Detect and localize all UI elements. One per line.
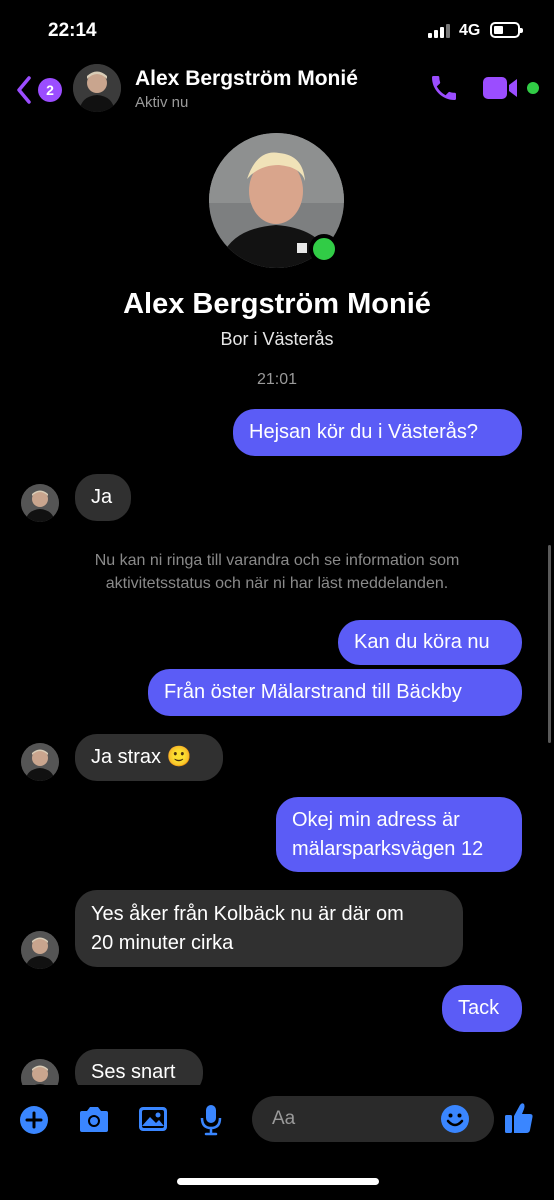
message-text: Från öster Mälarstrand till Bäckby bbox=[164, 681, 462, 703]
message-text: Ja strax 🙂 bbox=[91, 746, 192, 768]
profile-name: Alex Bergström Monié bbox=[123, 288, 431, 320]
online-indicator bbox=[309, 234, 339, 264]
sender-avatar[interactable] bbox=[21, 484, 59, 522]
scrollbar[interactable] bbox=[548, 545, 551, 743]
conversation-timestamp: 21:01 bbox=[256, 371, 298, 388]
home-indicator[interactable] bbox=[177, 1178, 379, 1185]
network-type: 4G bbox=[459, 22, 481, 39]
message-outgoing[interactable]: Hejsan kör du i Västerås? bbox=[233, 409, 522, 456]
message-outgoing[interactable]: Kan du köra nu bbox=[338, 620, 522, 665]
camera-icon[interactable] bbox=[77, 1105, 111, 1135]
message-incoming[interactable]: Ja bbox=[75, 474, 131, 521]
phone-icon[interactable] bbox=[428, 72, 460, 104]
message-text: Kan du köra nu bbox=[354, 631, 490, 653]
video-online-dot bbox=[527, 82, 539, 94]
plus-icon[interactable] bbox=[19, 1105, 49, 1135]
microphone-icon[interactable] bbox=[199, 1103, 223, 1137]
battery-icon bbox=[490, 22, 523, 38]
thumbs-up-icon[interactable] bbox=[503, 1101, 535, 1135]
message-text-line: Okej min adress är bbox=[292, 809, 460, 831]
info-line: aktivitetsstatus och när ni har läst med… bbox=[105, 575, 449, 592]
message-outgoing[interactable]: Tack bbox=[442, 985, 522, 1032]
contact-avatar[interactable] bbox=[73, 64, 121, 112]
back-button[interactable]: 2 bbox=[16, 70, 64, 110]
message-incoming[interactable]: Yes åker från Kolbäck nu är där om 20 mi… bbox=[75, 890, 463, 967]
message-text-line: 20 minuter cirka bbox=[91, 932, 234, 954]
status-bar: 22:14 4G bbox=[0, 0, 554, 60]
sender-avatar[interactable] bbox=[21, 931, 59, 969]
message-text: Tack bbox=[458, 997, 500, 1019]
message-text: Ja bbox=[91, 486, 113, 508]
message-text-line: mälarsparksvägen 12 bbox=[292, 838, 484, 860]
message-outgoing[interactable]: Från öster Mälarstrand till Bäckby bbox=[148, 669, 522, 716]
message-incoming[interactable]: Ja strax 🙂 bbox=[75, 734, 223, 781]
unread-badge: 2 bbox=[38, 78, 62, 102]
video-camera-icon[interactable] bbox=[482, 74, 520, 102]
image-icon[interactable] bbox=[137, 1105, 169, 1133]
signal-icon bbox=[428, 24, 452, 38]
emoji-icon[interactable] bbox=[440, 1104, 470, 1134]
message-text: Ses snart bbox=[91, 1061, 176, 1083]
message-outgoing[interactable]: Okej min adress är mälarsparksvägen 12 bbox=[276, 797, 522, 872]
sender-avatar[interactable] bbox=[21, 743, 59, 781]
status-time: 22:14 bbox=[48, 20, 97, 41]
contact-status: Aktiv nu bbox=[135, 94, 189, 111]
chevron-left-icon bbox=[17, 76, 31, 104]
info-line: Nu kan ni ringa till varandra och se inf… bbox=[94, 552, 460, 569]
message-text-line: Yes åker från Kolbäck nu är där om bbox=[91, 903, 404, 925]
profile-subtitle: Bor i Västerås bbox=[220, 329, 334, 349]
info-notice: Nu kan ni ringa till varandra och se inf… bbox=[40, 549, 514, 595]
contact-name[interactable]: Alex Bergström Monié bbox=[135, 67, 358, 91]
chat-header: 2 Alex Bergström Monié Aktiv nu bbox=[0, 60, 554, 120]
message-text: Hejsan kör du i Västerås? bbox=[249, 421, 479, 443]
